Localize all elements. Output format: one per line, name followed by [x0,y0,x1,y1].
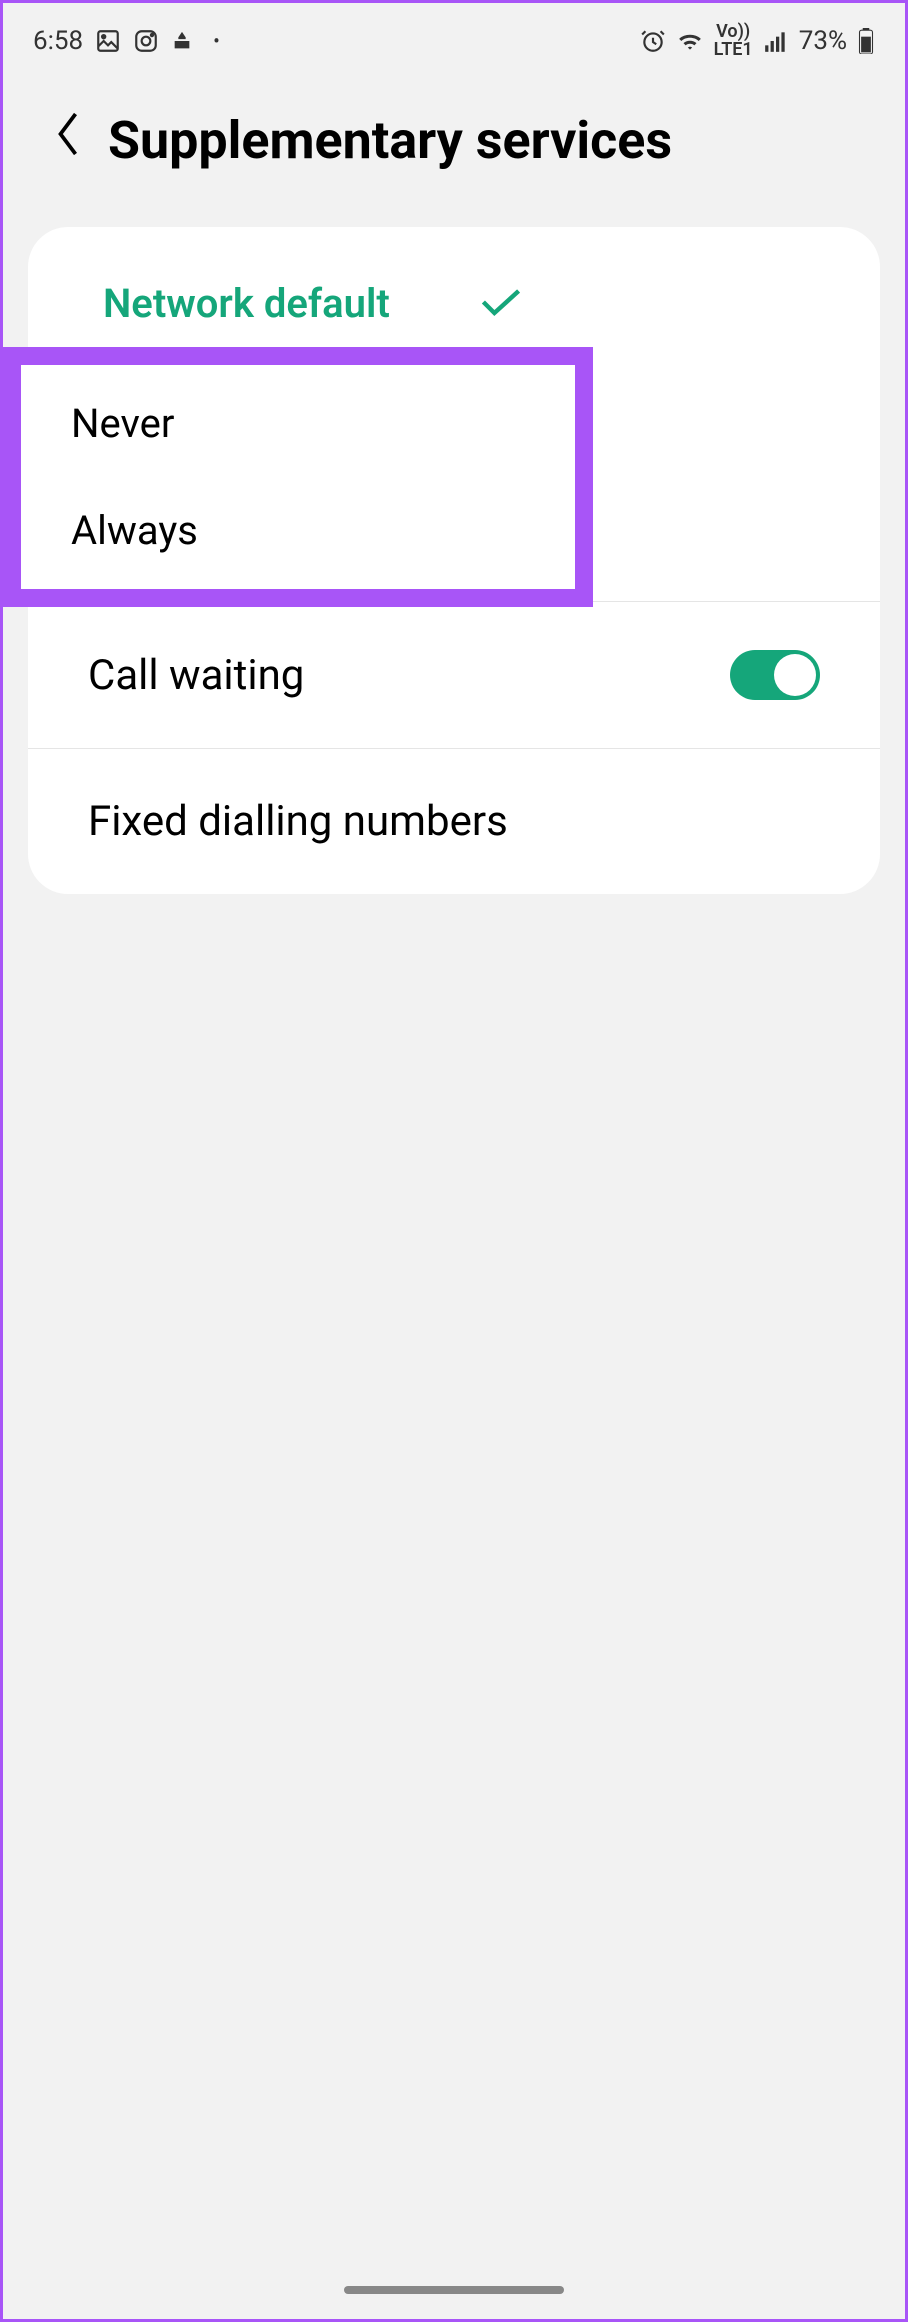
signal-icon [763,28,789,54]
setting-fixed-dialling[interactable]: Fixed dialling numbers [28,749,880,894]
dropdown-menu: Never Always [3,347,593,607]
dropdown-selected-label: Network default [103,280,390,327]
back-button[interactable] [53,109,83,172]
instagram-icon [133,28,159,54]
caller-id-dropdown[interactable]: Network default Never Always [28,227,880,374]
status-bar: 6:58 • Vo)) LTE1 73% [3,3,905,69]
fixed-dialling-label: Fixed dialling numbers [88,797,508,846]
status-time: 6:58 [33,26,83,56]
mosque-icon [171,30,193,52]
battery-percent: 73% [799,26,847,56]
toggle-knob [774,654,816,696]
checkmark-icon [479,277,523,329]
alarm-icon [640,28,666,54]
page-header: Supplementary services [3,69,905,212]
call-waiting-label: Call waiting [88,651,304,700]
gallery-icon [95,28,121,54]
setting-call-waiting[interactable]: Call waiting [28,602,880,749]
status-bar-left: 6:58 • [33,26,220,56]
call-waiting-toggle[interactable] [730,650,820,700]
dropdown-option-never[interactable]: Never [21,365,575,477]
wifi-icon [676,28,704,54]
dropdown-option-always[interactable]: Always [21,477,575,589]
battery-icon [857,28,875,54]
lte-indicator: Vo)) LTE1 [714,23,753,59]
page-title: Supplementary services [108,110,672,171]
settings-card: Network default Never Always Call barrin… [28,227,880,894]
dot-icon: • [213,29,220,53]
status-bar-right: Vo)) LTE1 73% [640,23,875,59]
navigation-handle[interactable] [344,2286,564,2294]
